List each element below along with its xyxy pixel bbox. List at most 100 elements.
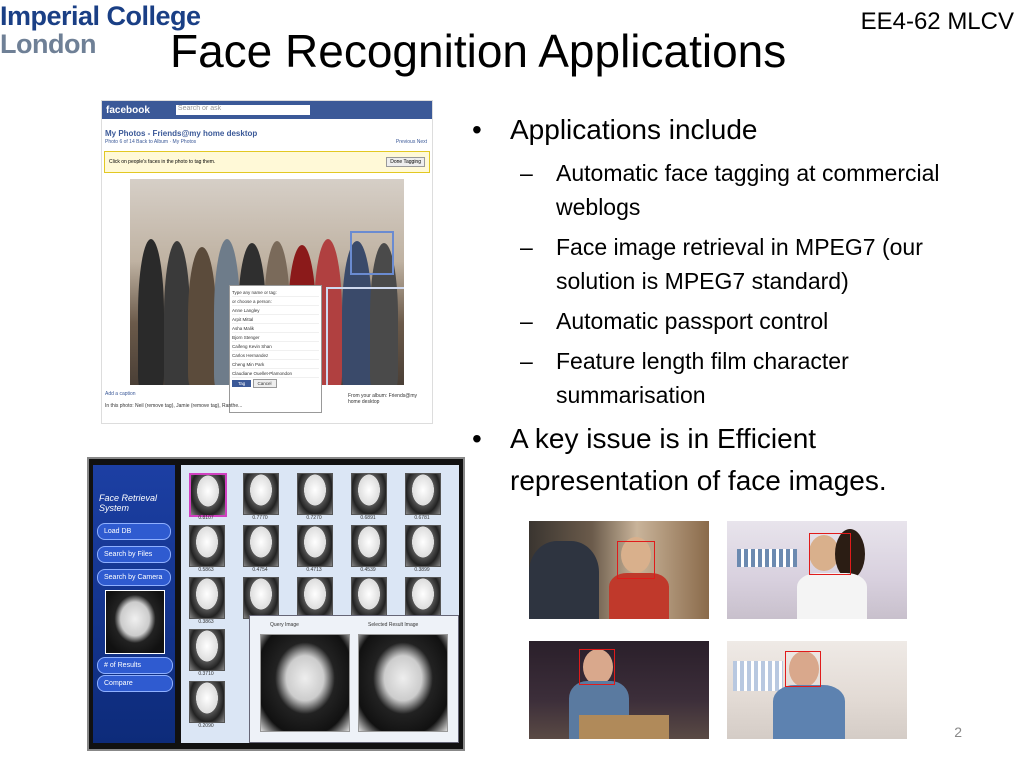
face-detection-box (617, 541, 655, 579)
slide-title: Face Recognition Applications (170, 25, 787, 77)
results-count-button: # of Results (97, 657, 173, 674)
white-top (797, 573, 867, 619)
result-score: 0.5863 (198, 567, 214, 573)
cancel-button: Cancel (252, 379, 277, 388)
facebook-brand: facebook (106, 104, 150, 116)
sub-bullet: – Automatic passport control (470, 304, 990, 338)
video-frame (727, 641, 907, 739)
result-score: 0.7270 (306, 515, 322, 521)
result-score: 0.4713 (306, 567, 322, 573)
facebook-search: Search or ask (175, 105, 310, 115)
denim-jacket (773, 685, 845, 739)
face-detection-box (579, 649, 615, 685)
facebook-screenshot: facebook Search or ask My Photos - Frien… (101, 100, 433, 424)
from-album: From your album: Friends@my home desktop (348, 393, 417, 405)
result-score: 0.7770 (252, 515, 268, 521)
tag-name: Anne Langley (232, 306, 319, 315)
photo-footer: Add a caption In this photo: Neil (remov… (105, 391, 305, 409)
sub-bullet-text: Automatic passport control (556, 308, 829, 334)
retrieval-brand: Face Retrieval System (99, 493, 158, 513)
bullet-list: • Applications include – Automatic face … (470, 112, 990, 510)
compare-button: Compare (97, 675, 173, 692)
bullet-applications: • Applications include (470, 112, 990, 148)
result-thumbnail (189, 473, 227, 517)
search-camera-button: Search by Camera (97, 569, 171, 586)
load-db-button: Load DB (97, 523, 171, 540)
result-thumbnail (351, 577, 387, 619)
result-thumbnail (189, 681, 225, 723)
search-files-button: Search by Files (97, 546, 171, 563)
bullet-dot: • (472, 114, 482, 145)
tag-prompt: Type any name or tag: (232, 288, 319, 297)
tag-name: Bjorn Stenger (232, 333, 319, 342)
result-thumbnail (243, 577, 279, 619)
shelf-products (737, 549, 797, 567)
choose-label: or choose a person: (232, 297, 319, 306)
result-score: 0.2090 (198, 723, 214, 729)
result-thumbnail (189, 525, 225, 567)
result-score: 0.8107 (198, 515, 214, 521)
retrieval-sidebar: Face Retrieval System Load DB Search by … (93, 465, 175, 743)
result-thumbnail (405, 525, 441, 567)
result-score: 0.4539 (360, 567, 376, 573)
sub-bullet: – Automatic face tagging at commercial w… (470, 156, 990, 224)
result-thumbnail (189, 577, 225, 619)
video-frame (727, 521, 907, 619)
result-thumbnail (405, 577, 441, 619)
shelf-products (733, 661, 783, 691)
photo-nav: Previous Next (395, 139, 427, 145)
face-tag-box (326, 287, 404, 385)
album-title: My Photos - Friends@my home desktop (105, 129, 258, 138)
bullet-text: A key issue is in Efficient representati… (510, 423, 887, 496)
dash: – (520, 348, 533, 374)
result-label: Selected Result Image (368, 622, 419, 628)
dash: – (520, 160, 533, 186)
tag-name: Arpit Mittal (232, 315, 319, 324)
result-thumbnail (297, 525, 333, 567)
person-figure (188, 247, 216, 385)
dash: – (520, 234, 533, 260)
in-this-photo: In this photo: Neil (remove tag), Jamie … (105, 403, 243, 409)
query-face (260, 634, 350, 732)
video-frame (529, 521, 709, 619)
tag-button: Tag (232, 380, 252, 387)
person-figure (138, 239, 164, 385)
bullet-key-issue: • A key issue is in Efficient representa… (470, 418, 990, 502)
cardboard-box (579, 715, 669, 739)
compare-popup: Query Image Selected Result Image (249, 615, 459, 743)
add-caption-link: Add a caption (105, 391, 136, 397)
query-face-image (105, 590, 165, 654)
tag-name: Caifeng Kevin Shan (232, 342, 319, 351)
result-score: 0.3899 (414, 567, 430, 573)
face-detection-box (809, 533, 851, 575)
result-thumbnail (351, 525, 387, 567)
result-face (358, 634, 448, 732)
result-thumbnail (297, 577, 333, 619)
photo-count: Photo 6 of 14 Back to Album · My Photos (105, 139, 197, 145)
result-thumbnail (243, 473, 279, 515)
tag-name: Carlos Hernandez (232, 351, 319, 360)
face-detection-box (785, 651, 821, 687)
done-tagging-button: Done Tagging (386, 157, 425, 167)
result-thumbnail (297, 473, 333, 515)
face-retrieval-screenshot: Face Retrieval System Load DB Search by … (87, 457, 465, 751)
result-score: 0.6781 (414, 515, 430, 521)
bullet-text: Applications include (510, 114, 758, 145)
page-number: 2 (954, 724, 962, 740)
bullet-dot: • (472, 423, 482, 454)
tag-name: Claudiane Ouellet-Plamondon (232, 369, 319, 378)
album-subline: Photo 6 of 14 Back to Album · My Photos … (105, 139, 427, 145)
result-thumbnail (351, 473, 387, 515)
tag-buttons: Tag Cancel (232, 378, 319, 388)
person-figure (164, 241, 190, 385)
face-tag-box (350, 231, 394, 275)
result-score: 0.3710 (198, 671, 214, 677)
figure-back (529, 541, 599, 619)
result-thumbnail (405, 473, 441, 515)
facebook-topbar: facebook Search or ask (102, 101, 432, 119)
result-score: 0.6891 (360, 515, 376, 521)
course-code: EE4-62 MLCV (860, 8, 1014, 35)
result-score: 0.3863 (198, 619, 214, 625)
red-jacket (609, 573, 669, 619)
sub-bullet: – Face image retrieval in MPEG7 (our sol… (470, 230, 990, 298)
